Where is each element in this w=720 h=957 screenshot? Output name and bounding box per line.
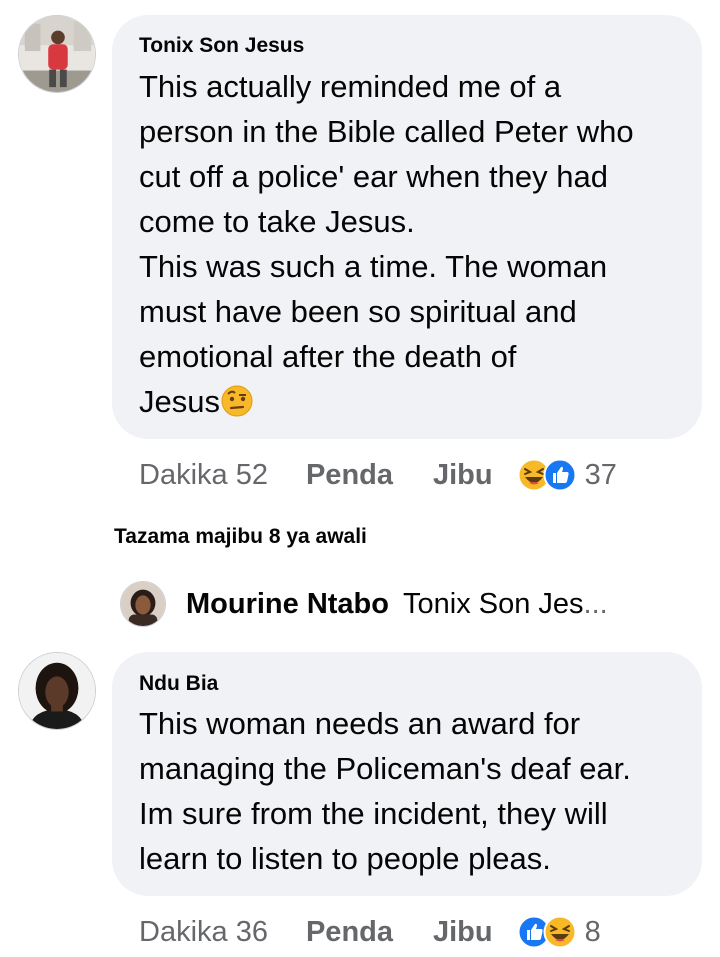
comment-timestamp[interactable]: Dakika 52: [139, 459, 268, 492]
like-button[interactable]: Penda: [306, 916, 393, 949]
reactions-summary[interactable]: 37: [517, 458, 617, 492]
comment-author[interactable]: Ndu Bia: [139, 672, 218, 696]
reply-snippet: Tonix Son Jes...: [403, 588, 608, 621]
reaction-count: 8: [584, 915, 601, 948]
avatar-tonix-son-jesus[interactable]: [18, 15, 96, 93]
face-with-raised-eyebrow-emoji: [221, 385, 253, 417]
avatar-ndu-bia[interactable]: [18, 652, 96, 730]
reply-button[interactable]: Jibu: [433, 459, 493, 492]
like-icon: [543, 458, 577, 492]
reply-button[interactable]: Jibu: [433, 916, 493, 949]
reply-author: Mourine Ntabo: [186, 587, 389, 620]
reply-ellipsis: ...: [583, 587, 608, 620]
comment-actions: Dakika 52 Penda Jibu 37: [139, 455, 699, 495]
like-button[interactable]: Penda: [306, 459, 393, 492]
comments-thread: Tonix Son Jesus This actually reminded m…: [0, 0, 720, 957]
view-previous-replies-link[interactable]: Tazama majibu 8 ya awali: [114, 525, 367, 549]
avatar-mourine-ntabo: [120, 581, 166, 627]
comment-timestamp[interactable]: Dakika 36: [139, 916, 268, 949]
profile-photo: [121, 582, 165, 626]
profile-photo: [19, 16, 95, 92]
reply-snippet-text: Tonix Son Jes: [403, 587, 584, 620]
haha-icon: [543, 915, 577, 949]
reply-preview[interactable]: Mourine Ntabo Tonix Son Jes...: [120, 580, 608, 628]
reaction-count: 37: [584, 458, 617, 491]
reactions-summary[interactable]: 8: [517, 915, 601, 949]
profile-photo: [19, 653, 95, 729]
comment-author[interactable]: Tonix Son Jesus: [139, 34, 304, 58]
comment-text: This woman needs an award for managing t…: [139, 706, 631, 876]
comment-text: This actually reminded me of a person in…: [139, 64, 694, 424]
comment-text-content: This actually reminded me of a person in…: [139, 69, 634, 419]
comment-actions: Dakika 36 Penda Jibu 8: [139, 912, 699, 952]
